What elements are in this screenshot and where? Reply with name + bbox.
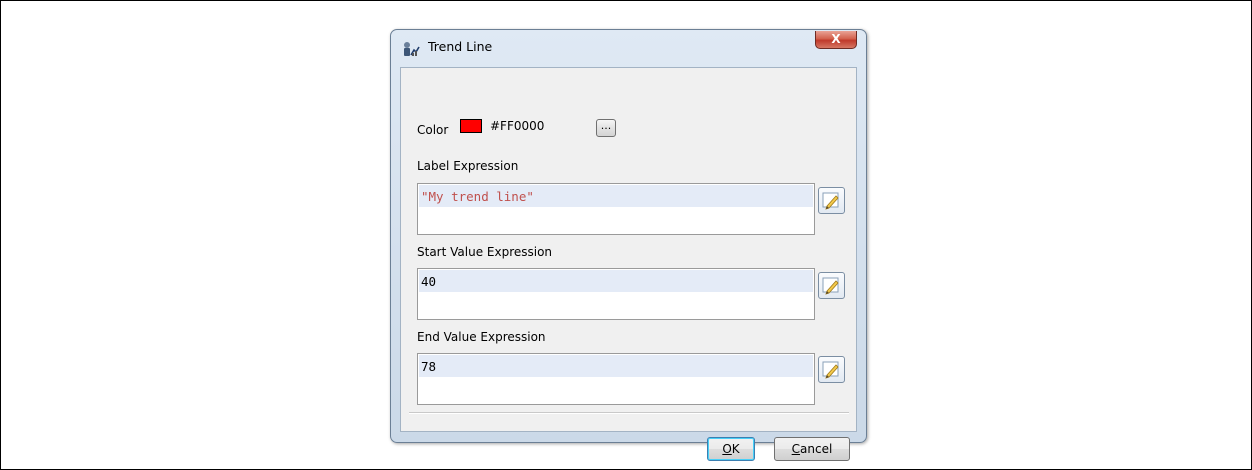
color-swatch[interactable] xyxy=(460,119,482,133)
label-expression-label: Label Expression xyxy=(417,159,519,173)
ok-label: K xyxy=(731,442,740,456)
label-expression-edit-button[interactable] xyxy=(818,187,845,214)
color-label: Color xyxy=(417,123,449,137)
cancel-accelerator: C xyxy=(791,442,801,456)
cancel-button[interactable]: Cancel xyxy=(774,437,850,461)
end-value-expression-value: 78 xyxy=(421,359,437,374)
ok-accelerator: O xyxy=(722,442,732,456)
close-button[interactable]: X xyxy=(815,31,857,49)
label-expression-field[interactable]: "My trend line" xyxy=(417,183,815,235)
end-value-expression-edit-button[interactable] xyxy=(818,356,845,383)
current-line-highlight xyxy=(419,355,813,377)
end-value-expression-label: End Value Expression xyxy=(417,330,546,344)
ok-button[interactable]: OK xyxy=(707,437,755,461)
trend-line-app-icon xyxy=(402,41,420,57)
cancel-label: ancel xyxy=(800,442,833,456)
trend-line-dialog: Trend Line X Color #FF0000 ... Label Exp… xyxy=(390,29,867,461)
button-separator xyxy=(409,412,849,414)
label-expression-value: "My trend line" xyxy=(421,189,534,204)
title-bar[interactable]: Trend Line X xyxy=(391,30,866,66)
start-value-expression-edit-button[interactable] xyxy=(818,272,845,299)
dialog-title: Trend Line xyxy=(428,39,493,54)
start-value-expression-field[interactable]: 40 xyxy=(417,268,815,320)
current-line-highlight xyxy=(419,270,813,292)
expression-edit-icon xyxy=(822,192,839,210)
end-value-expression-field[interactable]: 78 xyxy=(417,353,815,405)
dialog-body: Color #FF0000 ... Label Expression "My t… xyxy=(400,67,857,461)
close-icon: X xyxy=(831,32,841,46)
expression-edit-icon xyxy=(822,277,839,295)
color-browse-button[interactable]: ... xyxy=(596,119,616,137)
start-value-expression-label: Start Value Expression xyxy=(417,245,553,259)
expression-edit-icon xyxy=(822,361,839,379)
color-value: #FF0000 xyxy=(490,119,545,133)
start-value-expression-value: 40 xyxy=(421,274,437,289)
